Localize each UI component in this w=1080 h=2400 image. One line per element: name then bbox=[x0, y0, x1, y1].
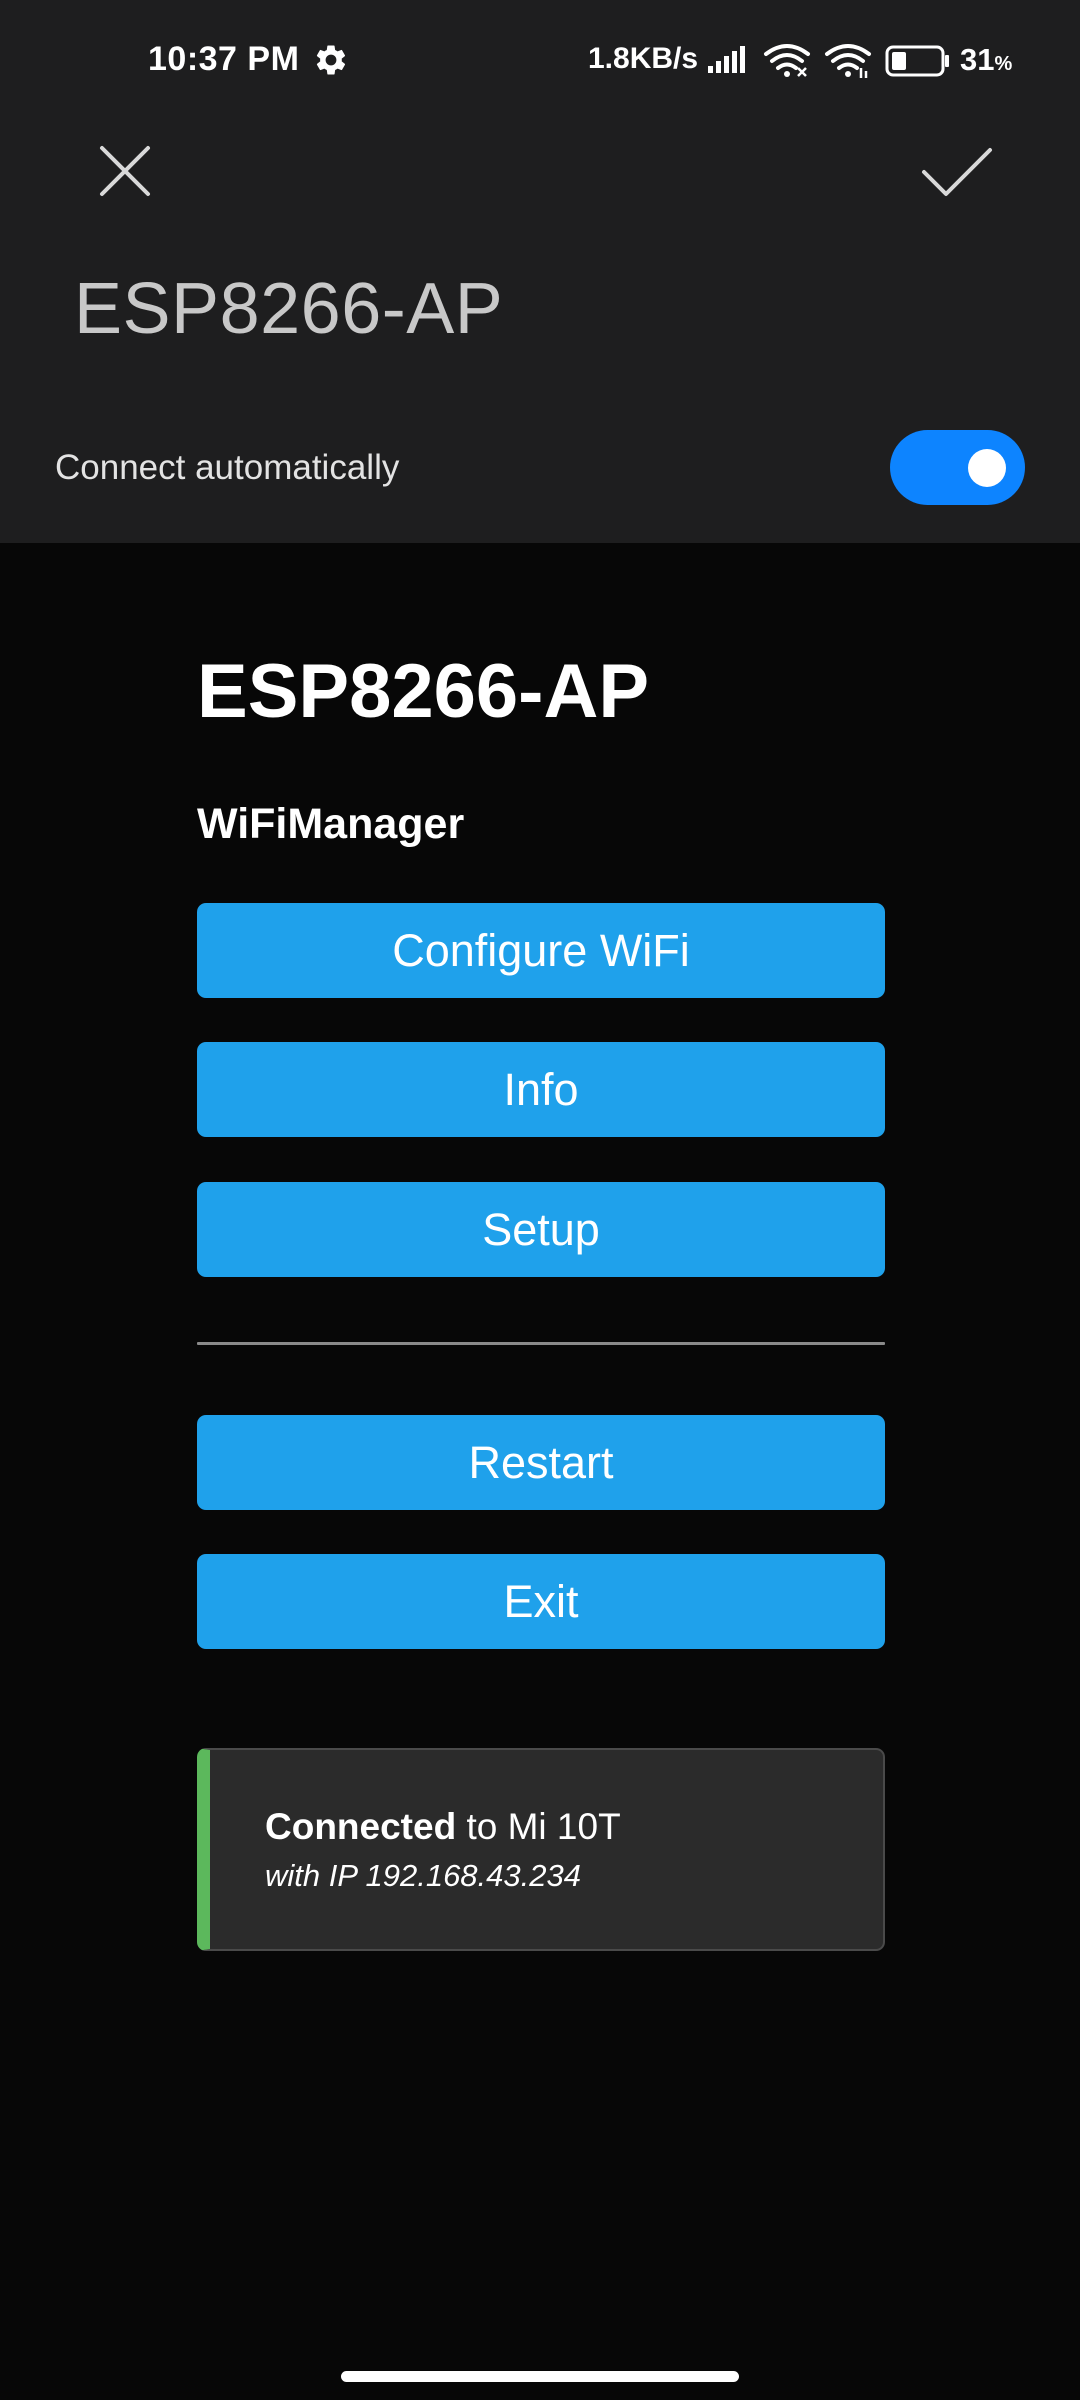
portal-title: ESP8266-AP bbox=[197, 649, 650, 734]
network-name-title: ESP8266-AP bbox=[74, 269, 504, 349]
confirm-check-icon[interactable] bbox=[916, 136, 996, 206]
connection-status-text: Connected to Mi 10T bbox=[265, 1806, 621, 1848]
connected-label: Connected bbox=[265, 1806, 457, 1847]
battery-percentage: 31% bbox=[960, 42, 1012, 78]
wifi-hotspot-icon bbox=[825, 44, 871, 78]
connected-network: to Mi 10T bbox=[456, 1806, 621, 1847]
connect-automatically-toggle[interactable] bbox=[890, 430, 1025, 505]
signal-icon bbox=[708, 46, 745, 73]
gear-icon bbox=[316, 45, 346, 75]
restart-button[interactable]: Restart bbox=[197, 1415, 885, 1510]
close-icon[interactable] bbox=[90, 136, 160, 206]
connection-status-message: Connected to Mi 10T with IP 192.168.43.2… bbox=[197, 1748, 885, 1951]
toggle-knob bbox=[968, 449, 1006, 487]
portal-subtitle: WiFiManager bbox=[197, 800, 465, 848]
configure-wifi-button[interactable]: Configure WiFi bbox=[197, 903, 885, 998]
battery-unit: % bbox=[994, 53, 1013, 75]
connection-ip-text: with IP 192.168.43.234 bbox=[265, 1858, 581, 1893]
info-button[interactable]: Info bbox=[197, 1042, 885, 1137]
battery-value: 31 bbox=[960, 42, 995, 77]
wifi-icon bbox=[764, 44, 810, 77]
status-bar: 10:37 PM 1.8KB/s 31% bbox=[0, 0, 1080, 120]
network-speed: 1.8KB/s bbox=[588, 42, 699, 75]
setup-button[interactable]: Setup bbox=[197, 1182, 885, 1277]
battery-icon bbox=[885, 45, 949, 77]
status-time: 10:37 PM bbox=[148, 40, 300, 78]
exit-button[interactable]: Exit bbox=[197, 1554, 885, 1649]
connect-automatically-label: Connect automatically bbox=[55, 448, 400, 487]
dialog-header-panel: 10:37 PM 1.8KB/s 31% ESP8266-AP Connect … bbox=[0, 0, 1080, 543]
home-indicator[interactable] bbox=[341, 2371, 739, 2382]
divider bbox=[197, 1342, 885, 1345]
